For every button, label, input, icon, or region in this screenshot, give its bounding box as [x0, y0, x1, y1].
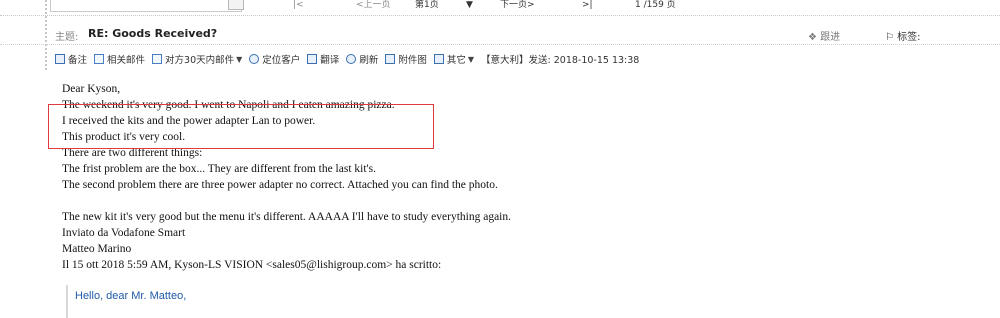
- user-icon: [249, 54, 260, 64]
- note-icon: [55, 54, 65, 64]
- related-mail-button[interactable]: 相关邮件: [94, 52, 145, 66]
- image-icon: [385, 54, 396, 64]
- mail-icon: [152, 54, 163, 64]
- attachment-image-button[interactable]: 附件图: [385, 52, 427, 66]
- chevron-down-icon[interactable]: ▼: [236, 55, 242, 64]
- quoted-greeting: Hello, dear Mr. Matteo,: [75, 290, 187, 302]
- subject-label: 主题:: [55, 32, 79, 43]
- recent-mail-label: 对方30天内邮件: [165, 55, 235, 66]
- sent-info: 【意大利】发送: 2018-10-15 13:38: [481, 55, 640, 66]
- quote-bar: [66, 285, 68, 318]
- flag-icon: ⚐: [885, 32, 898, 43]
- refresh-icon: [346, 54, 357, 64]
- page-select[interactable]: 第1页: [415, 0, 439, 11]
- chevron-down-icon[interactable]: ▼: [468, 55, 474, 64]
- translate-button[interactable]: 翻译: [307, 52, 339, 66]
- last-page-button[interactable]: >|: [582, 0, 593, 11]
- document-icon: [433, 54, 444, 64]
- follow-label: 跟进: [820, 32, 841, 43]
- divider: [0, 44, 1000, 45]
- divider: [0, 15, 1000, 16]
- chevron-down-icon[interactable]: ▼: [466, 0, 473, 11]
- refresh-label: 刷新: [359, 55, 379, 66]
- follow-button[interactable]: ❖ 跟进: [808, 28, 840, 43]
- email-line: Dear Kyson,: [62, 83, 121, 95]
- prev-page-button[interactable]: <上一页: [356, 0, 391, 11]
- first-page-button[interactable]: |<: [293, 0, 304, 11]
- locate-customer-label: 定位客户: [262, 55, 301, 66]
- tag-button[interactable]: ⚐ 标签:: [885, 28, 921, 43]
- follow-icon: ❖: [808, 32, 821, 43]
- translate-icon: [307, 54, 318, 64]
- subject-row: 主题: RE: Goods Received? ❖ 跟进 ⚐ 标签:: [50, 24, 1000, 44]
- email-line: Inviato da Vodafone Smart: [62, 227, 186, 239]
- pagination-bar: |< <上一页 第1页 ▼ 下一页> >| 1 /159 页: [0, 0, 1000, 14]
- page-count: 1 /159 页: [635, 0, 676, 10]
- next-page-button[interactable]: 下一页>: [500, 0, 535, 11]
- note-button[interactable]: 备注: [55, 52, 87, 66]
- locate-customer-button[interactable]: 定位客户: [249, 52, 300, 66]
- refresh-button[interactable]: 刷新: [346, 52, 378, 66]
- email-line: The new kit it's very good but the menu …: [62, 211, 511, 223]
- note-label: 备注: [68, 55, 88, 66]
- search-button[interactable]: [228, 0, 244, 10]
- recent-mail-button[interactable]: 对方30天内邮件 ▼: [152, 52, 242, 66]
- mail-icon: [94, 54, 105, 64]
- related-mail-label: 相关邮件: [107, 55, 146, 66]
- highlight-annotation: [48, 104, 434, 149]
- divider: [45, 0, 47, 70]
- email-line: Il 15 ott 2018 5:59 AM, Kyson-LS VISION …: [62, 259, 442, 271]
- email-line: The frist problem are the box... They ar…: [62, 163, 376, 175]
- other-label: 其它: [446, 55, 466, 66]
- attachment-image-label: 附件图: [398, 55, 427, 66]
- subject-text: RE: Goods Received?: [88, 27, 218, 40]
- mail-toolbar: 备注 相关邮件 对方30天内邮件 ▼ 定位客户 翻译 刷新 附件图 其它 ▼ 【意大…: [55, 51, 639, 67]
- tag-label: 标签:: [897, 32, 921, 43]
- other-button[interactable]: 其它 ▼: [433, 52, 474, 66]
- search-input[interactable]: [50, 0, 242, 12]
- translate-label: 翻译: [320, 55, 340, 66]
- email-line: The second problem there are three power…: [62, 179, 498, 191]
- email-line: Matteo Marino: [62, 243, 132, 255]
